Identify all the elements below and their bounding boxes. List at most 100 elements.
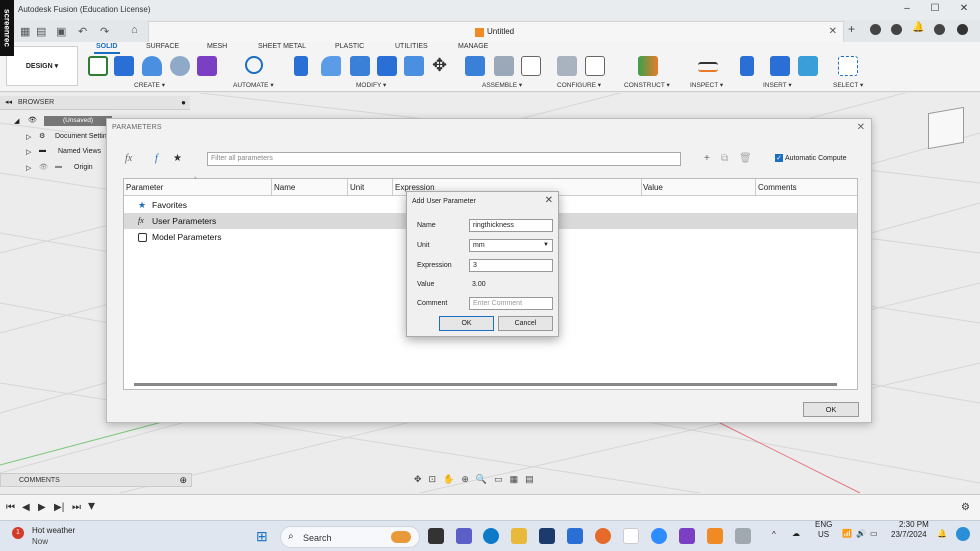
- maximize-icon[interactable]: ☐: [922, 3, 948, 17]
- split-body-icon[interactable]: [404, 56, 424, 76]
- insert-derive-icon[interactable]: [740, 56, 754, 76]
- mail-icon[interactable]: [539, 528, 555, 544]
- add-parameter-icon[interactable]: +: [704, 153, 710, 164]
- windows-start-icon[interactable]: ⊞: [256, 528, 268, 545]
- automatic-compute-checkbox[interactable]: ✓ Automatic Compute: [775, 154, 846, 162]
- hidden-eye-icon[interactable]: 👁: [39, 163, 48, 171]
- extensions-icon[interactable]: [870, 24, 881, 35]
- root-expand-icon[interactable]: ◢: [14, 117, 19, 125]
- look-at-icon[interactable]: ⊡: [429, 474, 437, 485]
- add-comment-icon[interactable]: ⊕: [179, 475, 187, 486]
- file-menu-icon[interactable]: ▤: [36, 25, 46, 38]
- column-comments[interactable]: Comments: [758, 183, 797, 192]
- insert-mesh-icon[interactable]: [770, 56, 790, 76]
- new-tab-icon[interactable]: +: [848, 22, 855, 36]
- ok-button[interactable]: OK: [439, 316, 494, 331]
- pan-hand-icon[interactable]: ✋: [443, 474, 454, 485]
- step-forward-icon[interactable]: ▶|: [54, 502, 64, 513]
- clock-date[interactable]: 23/7/2024: [891, 530, 927, 539]
- save-icon[interactable]: ▣: [56, 25, 66, 38]
- column-name[interactable]: Name: [274, 183, 295, 192]
- insert-canvas-icon[interactable]: [798, 56, 818, 76]
- play-icon[interactable]: ▶: [38, 502, 46, 513]
- checkbox-checked-icon[interactable]: ✓: [775, 154, 783, 162]
- notification-app-icon[interactable]: [567, 528, 583, 544]
- visibility-eye-icon[interactable]: 👁: [28, 116, 37, 124]
- assemble-menu[interactable]: ASSEMBLE ▾: [482, 81, 522, 89]
- chamfer-icon[interactable]: [350, 56, 370, 76]
- teams-icon[interactable]: [456, 528, 472, 544]
- insert-menu[interactable]: INSERT ▾: [763, 81, 792, 89]
- configure-icon[interactable]: [557, 56, 577, 76]
- tab-manage[interactable]: MANAGE: [458, 43, 488, 50]
- amazon-icon[interactable]: [623, 528, 639, 544]
- joint-icon[interactable]: [494, 56, 514, 76]
- view-cube[interactable]: [928, 106, 964, 150]
- comments-panel[interactable]: COMMENTS ⊕: [0, 473, 192, 487]
- copy-parameter-icon[interactable]: ⧉: [721, 153, 728, 164]
- close-dialog-icon[interactable]: ✕: [545, 195, 553, 206]
- browser-item-named-views[interactable]: Named Views: [58, 148, 101, 155]
- move-icon[interactable]: ✥: [432, 55, 447, 76]
- delete-parameter-icon[interactable]: 🗑: [739, 153, 752, 164]
- tab-plastic[interactable]: PLASTIC: [335, 43, 364, 50]
- measure-icon[interactable]: [698, 62, 718, 72]
- clock-time[interactable]: 2:30 PM: [899, 520, 929, 529]
- create-sketch-icon[interactable]: [88, 56, 108, 76]
- revolve-icon[interactable]: [142, 56, 162, 76]
- column-unit[interactable]: Unit: [350, 183, 364, 192]
- unit-select[interactable]: mm ▼: [469, 239, 553, 252]
- notifications-icon[interactable]: 🔔: [912, 22, 924, 33]
- fillet-icon[interactable]: [321, 56, 341, 76]
- zoom-app-icon[interactable]: [651, 528, 667, 544]
- inspect-menu[interactable]: INSPECT ▾: [690, 81, 723, 89]
- close-tab-icon[interactable]: ✕: [829, 26, 837, 37]
- copilot-icon[interactable]: [679, 528, 695, 544]
- select-icon[interactable]: [838, 56, 858, 76]
- cancel-button[interactable]: Cancel: [498, 316, 553, 331]
- as-built-joint-icon[interactable]: [521, 56, 541, 76]
- tab-utilities[interactable]: UTILITIES: [395, 43, 428, 50]
- zoom-window-icon[interactable]: 🔍: [476, 474, 487, 485]
- column-parameter[interactable]: Parameter: [126, 183, 163, 192]
- browser-item-document-settings[interactable]: Document Settin: [55, 133, 107, 140]
- grid-settings-icon[interactable]: ▦: [510, 474, 519, 485]
- filter-parameters-input[interactable]: Filter all parameters: [207, 152, 681, 166]
- tab-solid[interactable]: SOLID: [96, 43, 117, 50]
- app-taskbar-icon[interactable]: [735, 528, 751, 544]
- browser-pin-icon[interactable]: ●: [181, 98, 186, 107]
- select-menu[interactable]: SELECT ▾: [833, 81, 863, 89]
- grid-menu-icon[interactable]: ▦: [20, 25, 30, 38]
- expression-input[interactable]: 3: [469, 259, 553, 272]
- file-explorer-icon[interactable]: [511, 528, 527, 544]
- task-view-icon[interactable]: [428, 528, 444, 544]
- volume-icon[interactable]: 🔊: [856, 529, 866, 538]
- configure-menu[interactable]: CONFIGURE ▾: [557, 81, 601, 89]
- construct-menu[interactable]: CONSTRUCT ▾: [624, 81, 670, 89]
- zoom-icon[interactable]: ⊕: [461, 474, 469, 485]
- automate-menu[interactable]: AUTOMATE ▾: [233, 81, 274, 89]
- comment-input[interactable]: Enter Comment: [469, 297, 553, 310]
- modify-menu[interactable]: MODIFY ▾: [356, 81, 386, 89]
- redo-icon[interactable]: ↷: [100, 25, 109, 38]
- go-to-start-icon[interactable]: ⏮: [6, 502, 15, 513]
- viewports-icon[interactable]: ▤: [525, 474, 534, 485]
- filter-favorites-star-icon[interactable]: ★: [173, 153, 182, 164]
- hole-icon[interactable]: [170, 56, 190, 76]
- expand-arrow-icon[interactable]: ▷: [26, 133, 31, 141]
- undo-icon[interactable]: ↶: [78, 25, 87, 38]
- browser-panel-header[interactable]: ◂◂ BROWSER ●: [0, 96, 190, 110]
- timeline-marker[interactable]: ▾: [88, 497, 95, 514]
- horizontal-scrollbar[interactable]: [134, 383, 837, 386]
- language-bottom[interactable]: US: [818, 530, 829, 539]
- browser-item-origin[interactable]: Origin: [74, 164, 93, 171]
- collapse-browser-icon[interactable]: ◂◂: [5, 98, 12, 106]
- profile-avatar[interactable]: [957, 24, 968, 35]
- shell-icon[interactable]: [377, 56, 397, 76]
- notification-bell-icon[interactable]: 🔔: [937, 529, 947, 538]
- help-icon[interactable]: [934, 24, 945, 35]
- orbit-icon[interactable]: ✥: [414, 474, 422, 485]
- form-icon[interactable]: [197, 56, 217, 76]
- parameter-name-input[interactable]: ringthickness: [469, 219, 553, 232]
- edge-icon[interactable]: [483, 528, 499, 544]
